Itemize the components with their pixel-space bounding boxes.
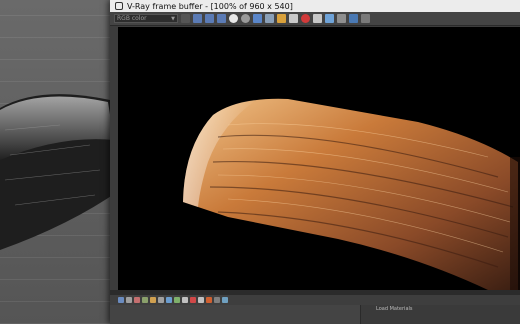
blue-channel-icon[interactable] <box>217 14 226 23</box>
mono-icon[interactable] <box>241 14 250 23</box>
levels-icon[interactable] <box>126 297 132 303</box>
green-channel-icon[interactable] <box>205 14 214 23</box>
hsl-icon[interactable] <box>158 297 164 303</box>
stop-render-icon[interactable] <box>301 14 310 23</box>
render-view[interactable] <box>118 27 520 290</box>
curves-icon[interactable] <box>134 297 140 303</box>
load-materials-label[interactable]: Load Materials <box>376 306 413 312</box>
clear-icon[interactable] <box>289 14 298 23</box>
track-mouse-icon[interactable] <box>313 14 322 23</box>
display-icon[interactable] <box>214 297 220 303</box>
settings-icon[interactable] <box>361 14 370 23</box>
chevron-down-icon: ▼ <box>171 15 175 22</box>
lower-panel: Load Materials <box>110 305 520 324</box>
ocio-icon[interactable] <box>174 297 180 303</box>
clamp-icon[interactable] <box>206 297 212 303</box>
lens-fx-icon[interactable] <box>349 14 358 23</box>
alpha-white-icon[interactable] <box>229 14 238 23</box>
compare-icon[interactable] <box>190 297 196 303</box>
srgb-icon[interactable] <box>222 297 228 303</box>
channel-select[interactable]: RGB color ▼ <box>114 14 178 23</box>
exposure-icon[interactable] <box>142 297 148 303</box>
history-icon[interactable] <box>337 14 346 23</box>
save-icon[interactable] <box>253 14 262 23</box>
lut-icon[interactable] <box>166 297 172 303</box>
pixel-info-icon[interactable] <box>182 297 188 303</box>
window-title: V-Ray frame buffer - [100% of 960 x 540] <box>127 1 293 11</box>
white-balance-icon[interactable] <box>150 297 156 303</box>
stamp-icon[interactable] <box>198 297 204 303</box>
red-channel-icon[interactable] <box>193 14 202 23</box>
color-corrections-icon[interactable] <box>118 297 124 303</box>
channel-select-value: RGB color <box>117 15 147 22</box>
title-bar[interactable]: V-Ray frame buffer - [100% of 960 x 540] <box>110 0 520 12</box>
dropdown-icon[interactable] <box>181 14 190 23</box>
top-toolbar: RGB color ▼ <box>110 12 520 26</box>
rendered-fur-image <box>183 98 520 290</box>
load-icon[interactable] <box>277 14 286 23</box>
copy-icon[interactable] <box>265 14 274 23</box>
bottom-toolbar <box>110 295 520 305</box>
vray-app-icon <box>115 2 123 10</box>
vray-frame-buffer-window[interactable]: V-Ray frame buffer - [100% of 960 x 540]… <box>110 0 520 324</box>
region-icon[interactable] <box>325 14 334 23</box>
